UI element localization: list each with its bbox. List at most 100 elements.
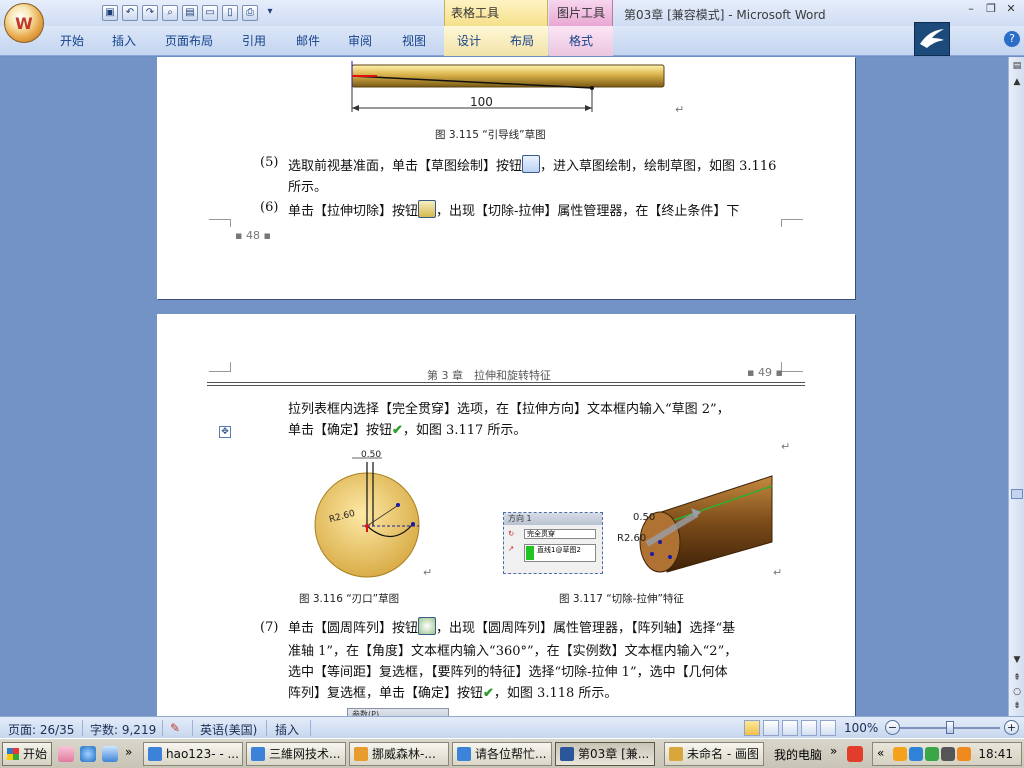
quick-launch-icon[interactable] — [58, 746, 74, 762]
crop-mark — [209, 362, 231, 372]
tab-home[interactable]: 开始 — [60, 32, 84, 49]
page-48: 100 ↵ 图 3.115 “引导线”草图 (5) 选取前视基准面，单击【草图绘… — [157, 57, 855, 299]
taskbar-item-active[interactable]: 第03章 [兼... — [555, 742, 655, 766]
word-count[interactable]: 字数: 9,219 — [90, 721, 156, 738]
input-method-icon[interactable] — [957, 747, 971, 761]
tab-review[interactable]: 审阅 — [348, 32, 372, 49]
picture-tools-label: 图片工具 — [557, 6, 606, 20]
minimize-button[interactable]: – — [964, 2, 978, 15]
model-dim-radius: R2.60 — [617, 533, 647, 544]
tab-references[interactable]: 引用 — [242, 32, 266, 49]
sogou-input-icon[interactable] — [847, 746, 863, 762]
tab-design[interactable]: 设计 — [457, 32, 481, 49]
ie-icon — [148, 747, 162, 761]
clock[interactable]: 18:41 — [978, 747, 1013, 761]
print-preview-icon[interactable]: ⌕ — [162, 5, 178, 21]
tray-app-icon[interactable] — [893, 747, 907, 761]
word-window: ▣ ↶ ↷ ⌕ ▤ ▭ ▯ ⎙ ▾ 表格工具 图片工具 第03章 [兼容模式] … — [0, 0, 1024, 768]
tab-format[interactable]: 格式 — [569, 32, 593, 49]
end-condition-select[interactable]: 完全贯穿 — [524, 529, 596, 539]
security-icon[interactable] — [925, 747, 939, 761]
open-folder-icon[interactable]: ▭ — [202, 5, 218, 21]
web-layout-view-icon[interactable] — [782, 720, 798, 736]
previous-page-button[interactable]: ⇞ — [1010, 671, 1024, 685]
picture-tools-group: 图片工具 — [549, 0, 613, 26]
extrude-cut-button-icon — [418, 200, 437, 218]
header-rule — [207, 385, 805, 386]
language[interactable]: 英语(美国) — [200, 721, 257, 738]
next-page-button[interactable]: ⇟ — [1010, 699, 1024, 713]
tab-view[interactable]: 视图 — [402, 32, 426, 49]
scroll-thumb[interactable] — [1011, 489, 1023, 499]
new-document-icon[interactable]: ▤ — [182, 5, 198, 21]
select-browse-object-button[interactable]: ○ — [1010, 685, 1024, 699]
word-icon — [560, 747, 574, 761]
tab-insert[interactable]: 插入 — [112, 32, 136, 49]
paint-icon — [669, 747, 683, 761]
ruler-toggle-icon[interactable]: ▤ — [1010, 59, 1024, 73]
volume-icon[interactable] — [941, 747, 955, 761]
restore-button[interactable]: ❐ — [984, 2, 998, 15]
save-icon[interactable]: ▣ — [102, 5, 118, 21]
user-logo — [914, 22, 950, 56]
document-area[interactable]: 100 ↵ 图 3.115 “引导线”草图 (5) 选取前视基准面，单击【草图绘… — [0, 57, 1008, 716]
para-line-1: 拉列表框内选择【完全贯穿】选项，在【拉伸方向】文本框内输入“草图 2”， — [288, 402, 730, 417]
tab-page-layout[interactable]: 页面布局 — [165, 32, 213, 49]
vertical-scrollbar[interactable]: ▤ ▲ ▼ ⇞ ○ ⇟ — [1008, 57, 1024, 716]
print-layout-view-icon[interactable] — [744, 720, 760, 736]
help-icon[interactable]: ? — [1004, 31, 1020, 47]
direction-list[interactable]: 直线1@草图2 — [524, 544, 596, 562]
scroll-up-button[interactable]: ▲ — [1010, 75, 1024, 89]
start-button[interactable]: 开始 — [2, 742, 52, 766]
ok-check-icon: ✔ — [392, 423, 403, 438]
close-button[interactable]: ✕ — [1004, 2, 1018, 15]
network-icon[interactable] — [909, 747, 923, 761]
ie-icon[interactable] — [80, 746, 96, 762]
print-icon[interactable]: ⎙ — [242, 5, 258, 21]
toolbar-expand[interactable]: » — [830, 744, 837, 758]
full-screen-reading-view-icon[interactable] — [763, 720, 779, 736]
scroll-down-button[interactable]: ▼ — [1010, 653, 1024, 667]
arrow-icon: ↗ — [508, 544, 515, 553]
outline-view-icon[interactable] — [801, 720, 817, 736]
undo-icon[interactable]: ↶ — [122, 5, 138, 21]
table-move-handle-icon[interactable]: ✥ — [219, 426, 231, 438]
tab-layout[interactable]: 布局 — [510, 32, 534, 49]
office-button[interactable]: W — [4, 3, 44, 43]
next-figure-panel: 参数(P) — [347, 708, 449, 716]
divider — [162, 720, 163, 736]
ribbon-tabs: 开始 插入 页面布局 引用 邮件 审阅 视图 设计 布局 格式 — [0, 26, 1024, 56]
draft-view-icon[interactable] — [820, 720, 836, 736]
zoom-slider-knob[interactable] — [946, 721, 954, 734]
paragraph-mark: ↵ — [423, 566, 433, 579]
blank-page-icon[interactable]: ▯ — [222, 5, 238, 21]
taskbar: 开始 » hao123- - ... 三維网技术... 挪威森林-... 请各位… — [0, 738, 1024, 768]
my-computer-toolbar[interactable]: 我的电脑 — [774, 746, 822, 763]
crop-mark — [781, 362, 803, 372]
zoom-out-button[interactable]: − — [885, 720, 900, 735]
taskbar-item[interactable]: 请各位帮忙... — [452, 742, 552, 766]
taskbar-item[interactable]: 挪威森林-... — [349, 742, 449, 766]
taskbar-item[interactable]: 未命名 - 画图 — [664, 742, 764, 766]
page-number-48: ▪ 48 ▪ — [235, 229, 271, 242]
sketch-draw-button-icon — [522, 155, 541, 173]
quick-launch-expand[interactable]: » — [125, 745, 132, 759]
quick-access-toolbar: ▣ ↶ ↷ ⌕ ▤ ▭ ▯ ⎙ ▾ — [50, 4, 278, 22]
proofing-icon[interactable]: ✎ — [170, 721, 180, 735]
step-7-line-2: 准轴 1”，在【角度】文本框内输入“360°”，在【实例数】文本框内输入“2”， — [288, 644, 738, 659]
blade-sketch-figure — [314, 457, 420, 578]
zoom-in-button[interactable]: + — [1004, 720, 1019, 735]
browser-icon[interactable] — [102, 746, 118, 762]
customize-toolbar-icon[interactable]: ▾ — [262, 5, 278, 21]
redo-icon[interactable]: ↷ — [142, 5, 158, 21]
ie-icon — [457, 747, 471, 761]
taskbar-item[interactable]: 三維网技术... — [246, 742, 346, 766]
tray-expand[interactable]: « — [877, 746, 884, 760]
table-tools-group: 表格工具 — [444, 0, 548, 26]
window-controls: – ❐ ✕ — [964, 2, 1018, 15]
taskbar-item[interactable]: hao123- - ... — [143, 742, 243, 766]
zoom-level[interactable]: 100% — [844, 721, 878, 735]
insert-mode[interactable]: 插入 — [275, 721, 299, 738]
tab-mailings[interactable]: 邮件 — [296, 32, 320, 49]
page-count[interactable]: 页面: 26/35 — [8, 721, 74, 738]
